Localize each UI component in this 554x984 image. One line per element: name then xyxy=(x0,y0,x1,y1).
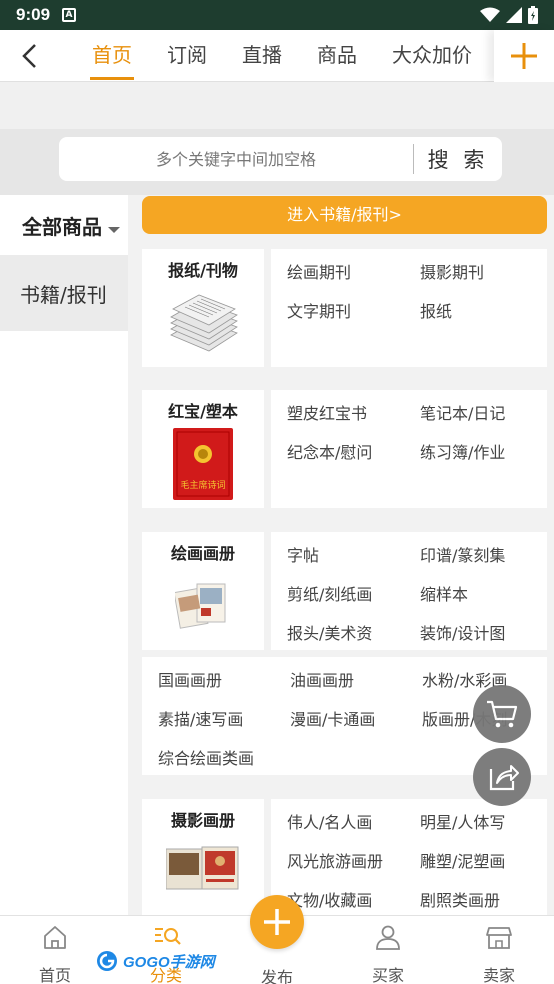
search-area: 搜 索 xyxy=(0,129,554,195)
category-card-newspaper[interactable]: 报纸/刊物 xyxy=(142,249,264,367)
bottom-nav-label: 卖家 xyxy=(482,966,515,984)
subcategory-link[interactable]: 缩样本 xyxy=(420,581,468,605)
subcategory-link[interactable]: 剧照类画册 xyxy=(420,887,500,911)
wifi-icon xyxy=(480,7,500,22)
category-card-photography[interactable]: 摄影画册 xyxy=(142,799,264,915)
subcategory-link[interactable]: 明星/人体写 xyxy=(420,809,505,833)
category-sidebar: 全部商品 书籍/报刊 xyxy=(0,195,128,915)
subcategory-link[interactable]: 文字期刊 xyxy=(287,298,351,322)
subcategory-link[interactable]: 字帖 xyxy=(287,542,319,566)
tab-products[interactable]: 商品 xyxy=(317,30,357,82)
subcategory-panel: 伟人/名人画 明星/人体写 风光旅游画册 雕塑/泥塑画 文物/收藏画 剧照类画册 xyxy=(271,799,547,915)
category-content: 进入书籍/报刊> 报纸/刊物 绘画期刊 摄影期刊 文字期刊 报纸 红宝/塑本 毛… xyxy=(128,195,554,915)
bottom-nav-label: 买家 xyxy=(371,966,404,984)
watermark-logo: GOGO手游网 xyxy=(95,948,215,974)
tab-public-bid[interactable]: 大众加价 xyxy=(392,30,472,82)
subcategory-link[interactable]: 报纸 xyxy=(420,298,452,322)
subcategory-link[interactable]: 塑皮红宝书 xyxy=(287,400,367,424)
bottom-nav-home[interactable]: 首页 xyxy=(15,916,95,984)
subcategory-link[interactable]: 纪念本/慰问 xyxy=(287,439,372,463)
status-time: 9:09 xyxy=(16,5,51,24)
red-book-image: 毛主席诗词 xyxy=(173,428,233,500)
photo-album-image xyxy=(166,846,239,890)
subcategory-link[interactable]: 漫画/卡通画 xyxy=(290,706,375,730)
subcategory-link[interactable]: 装饰/设计图 xyxy=(420,620,505,644)
top-nav: 首页 订阅 直播 商品 大众加价 xyxy=(0,30,554,82)
newspaper-image xyxy=(170,294,238,352)
plus-icon xyxy=(264,909,290,935)
publish-button[interactable] xyxy=(250,895,304,949)
share-float-button[interactable] xyxy=(473,748,531,806)
category-card-painting[interactable]: 绘画画册 xyxy=(142,532,264,650)
watermark-text: GOGO手游网 xyxy=(123,953,215,971)
caret-down-icon xyxy=(108,227,120,233)
category-title: 红宝/塑本 xyxy=(168,402,238,421)
enter-books-button[interactable]: 进入书籍/报刊> xyxy=(142,196,547,234)
subcategory-link[interactable]: 油画画册 xyxy=(290,667,354,691)
subcategory-link[interactable]: 综合绘画类画 xyxy=(158,745,254,769)
banner-area xyxy=(0,82,554,129)
category-title: 摄影画册 xyxy=(170,811,235,830)
bottom-nav-seller[interactable]: 卖家 xyxy=(459,916,539,984)
tab-live[interactable]: 直播 xyxy=(242,30,282,82)
category-title: 报纸/刊物 xyxy=(168,261,238,280)
chevron-left-icon xyxy=(22,43,36,68)
painting-album-image xyxy=(175,583,226,629)
notification-icon: A xyxy=(62,8,77,22)
bottom-nav-buyer[interactable]: 买家 xyxy=(348,916,428,984)
subcategory-link[interactable]: 剪纸/刻纸画 xyxy=(287,581,372,605)
signal-icon xyxy=(506,7,522,23)
sidebar-all-label: 全部商品 xyxy=(22,214,102,239)
tab-home[interactable]: 首页 xyxy=(90,30,134,82)
bottom-nav-label: 发布 xyxy=(260,968,293,984)
subcategory-panel: 字帖 印谱/篆刻集 剪纸/刻纸画 缩样本 报头/美术资 装饰/设计图 xyxy=(271,532,547,650)
battery-icon xyxy=(528,6,538,24)
tab-subscribe[interactable]: 订阅 xyxy=(167,30,207,82)
category-title: 绘画画册 xyxy=(170,544,235,563)
subcategory-link[interactable]: 印谱/篆刻集 xyxy=(420,542,505,566)
store-icon xyxy=(486,927,512,949)
subcategory-panel: 塑皮红宝书 笔记本/日记 纪念本/慰问 练习簿/作业 xyxy=(271,390,547,508)
bottom-nav-label: 首页 xyxy=(38,966,71,984)
share-icon xyxy=(489,765,519,791)
search-box: 搜 索 xyxy=(59,137,502,181)
subcategory-link[interactable]: 伟人/名人画 xyxy=(287,809,372,833)
red-book-cover-text: 毛主席诗词 xyxy=(180,479,225,491)
add-tab-button[interactable] xyxy=(494,30,554,82)
home-icon xyxy=(44,926,66,949)
back-button[interactable] xyxy=(0,30,58,82)
sidebar-item-books[interactable]: 书籍/报刊 xyxy=(0,255,128,331)
subcategory-link[interactable]: 报头/美术资 xyxy=(287,620,372,644)
subcategory-link[interactable]: 练习簿/作业 xyxy=(420,439,505,463)
sidebar-item-all[interactable]: 全部商品 xyxy=(0,195,128,255)
subcategory-link[interactable]: 雕塑/泥塑画 xyxy=(420,848,505,872)
subcategory-link[interactable]: 素描/速写画 xyxy=(158,706,243,730)
category-search-icon xyxy=(155,928,181,945)
subcategory-link[interactable]: 风光旅游画册 xyxy=(287,848,383,872)
search-button[interactable]: 搜 索 xyxy=(414,144,502,174)
subcategory-panel: 绘画期刊 摄影期刊 文字期刊 报纸 xyxy=(271,249,547,367)
watermark-logo-icon xyxy=(97,951,117,971)
category-card-redbook[interactable]: 红宝/塑本 毛主席诗词 xyxy=(142,390,264,508)
search-input[interactable] xyxy=(59,137,413,181)
cart-float-button[interactable] xyxy=(473,685,531,743)
subcategory-link[interactable]: 笔记本/日记 xyxy=(420,400,505,424)
tab-bar: 首页 订阅 直播 商品 大众加价 xyxy=(58,30,554,82)
subcategory-link[interactable]: 摄影期刊 xyxy=(420,259,484,283)
shopping-cart-icon xyxy=(487,700,518,728)
plus-icon xyxy=(511,43,537,69)
subcategory-link[interactable]: 国画画册 xyxy=(158,667,222,691)
person-icon xyxy=(376,925,400,950)
subcategory-link[interactable]: 绘画期刊 xyxy=(287,259,351,283)
status-bar: 9:09 A xyxy=(0,0,554,30)
